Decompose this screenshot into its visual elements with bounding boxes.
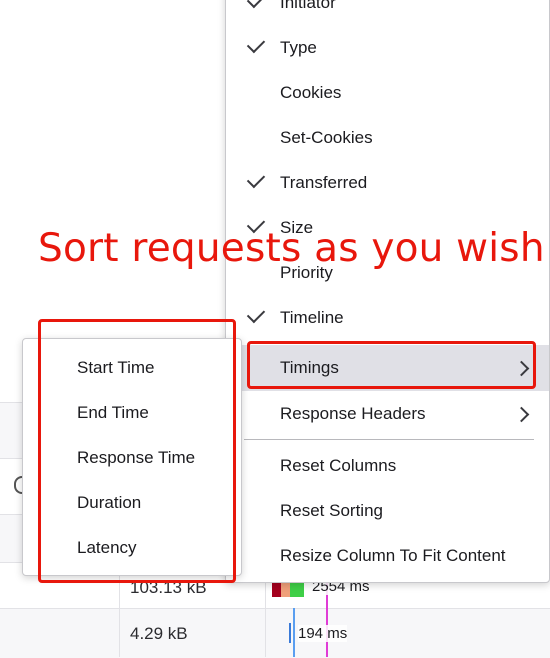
menu-item-initiator[interactable]: Initiator <box>226 0 549 25</box>
menu-item-transferred[interactable]: Transferred <box>226 161 549 205</box>
menu-item-type[interactable]: Type <box>226 26 549 70</box>
menu-item-reset-sorting[interactable]: Reset Sorting <box>226 489 549 533</box>
checkmark-icon <box>246 0 266 9</box>
annotation-highlight-timings <box>247 341 536 389</box>
checkmark-icon <box>246 34 266 54</box>
menu-item-cookies[interactable]: Cookies <box>226 71 549 115</box>
menu-item-response-headers[interactable]: Response Headers <box>226 392 549 436</box>
menu-item-resize-column[interactable]: Resize Column To Fit Content <box>226 534 549 578</box>
size-cell: 4.29 kB <box>130 624 188 643</box>
waterfall-duration: 194 ms <box>298 625 348 642</box>
column-context-menu: Initiator Type Cookies Set-Cookies Trans… <box>225 0 550 583</box>
annotation-caption: Sort requests as you wish <box>38 226 545 271</box>
menu-item-reset-columns[interactable]: Reset Columns <box>226 444 549 488</box>
menu-item-set-cookies[interactable]: Set-Cookies <box>226 116 549 160</box>
waterfall-tick <box>289 623 291 643</box>
checkmark-icon <box>246 169 266 189</box>
menu-item-timeline[interactable]: Timeline <box>226 296 549 340</box>
annotation-highlight-submenu <box>38 319 236 583</box>
menu-separator <box>244 439 534 440</box>
dom-content-loaded-marker <box>293 608 295 657</box>
chevron-right-icon <box>513 406 530 423</box>
table-row[interactable] <box>0 608 550 658</box>
checkmark-icon <box>246 304 266 324</box>
